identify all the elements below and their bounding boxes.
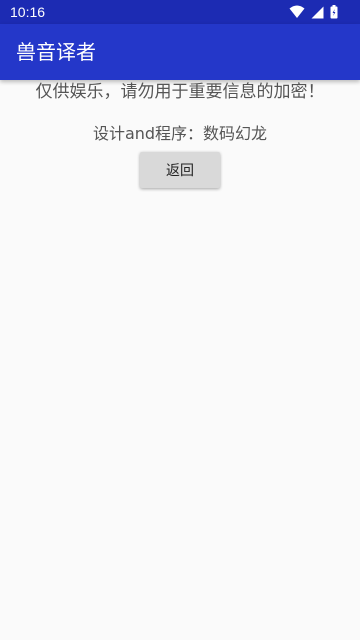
- status-icons: [289, 4, 338, 20]
- app-bar: 兽音译者: [0, 24, 360, 80]
- wifi-icon: [289, 5, 305, 18]
- disclaimer-text: 仅供娱乐，请勿用于重要信息的加密！: [35, 82, 325, 102]
- battery-icon: [330, 5, 338, 19]
- main-content: 仅供娱乐，请勿用于重要信息的加密！ 设计and程序：数码幻龙 返回: [0, 80, 360, 640]
- app-title: 兽音译者: [16, 40, 96, 64]
- status-bar: 10:16: [0, 0, 360, 24]
- back-button[interactable]: 返回: [140, 152, 220, 188]
- signal-icon: [311, 6, 324, 18]
- status-time: 10:16: [10, 4, 46, 20]
- credits-text: 设计and程序：数码幻龙: [92, 124, 268, 143]
